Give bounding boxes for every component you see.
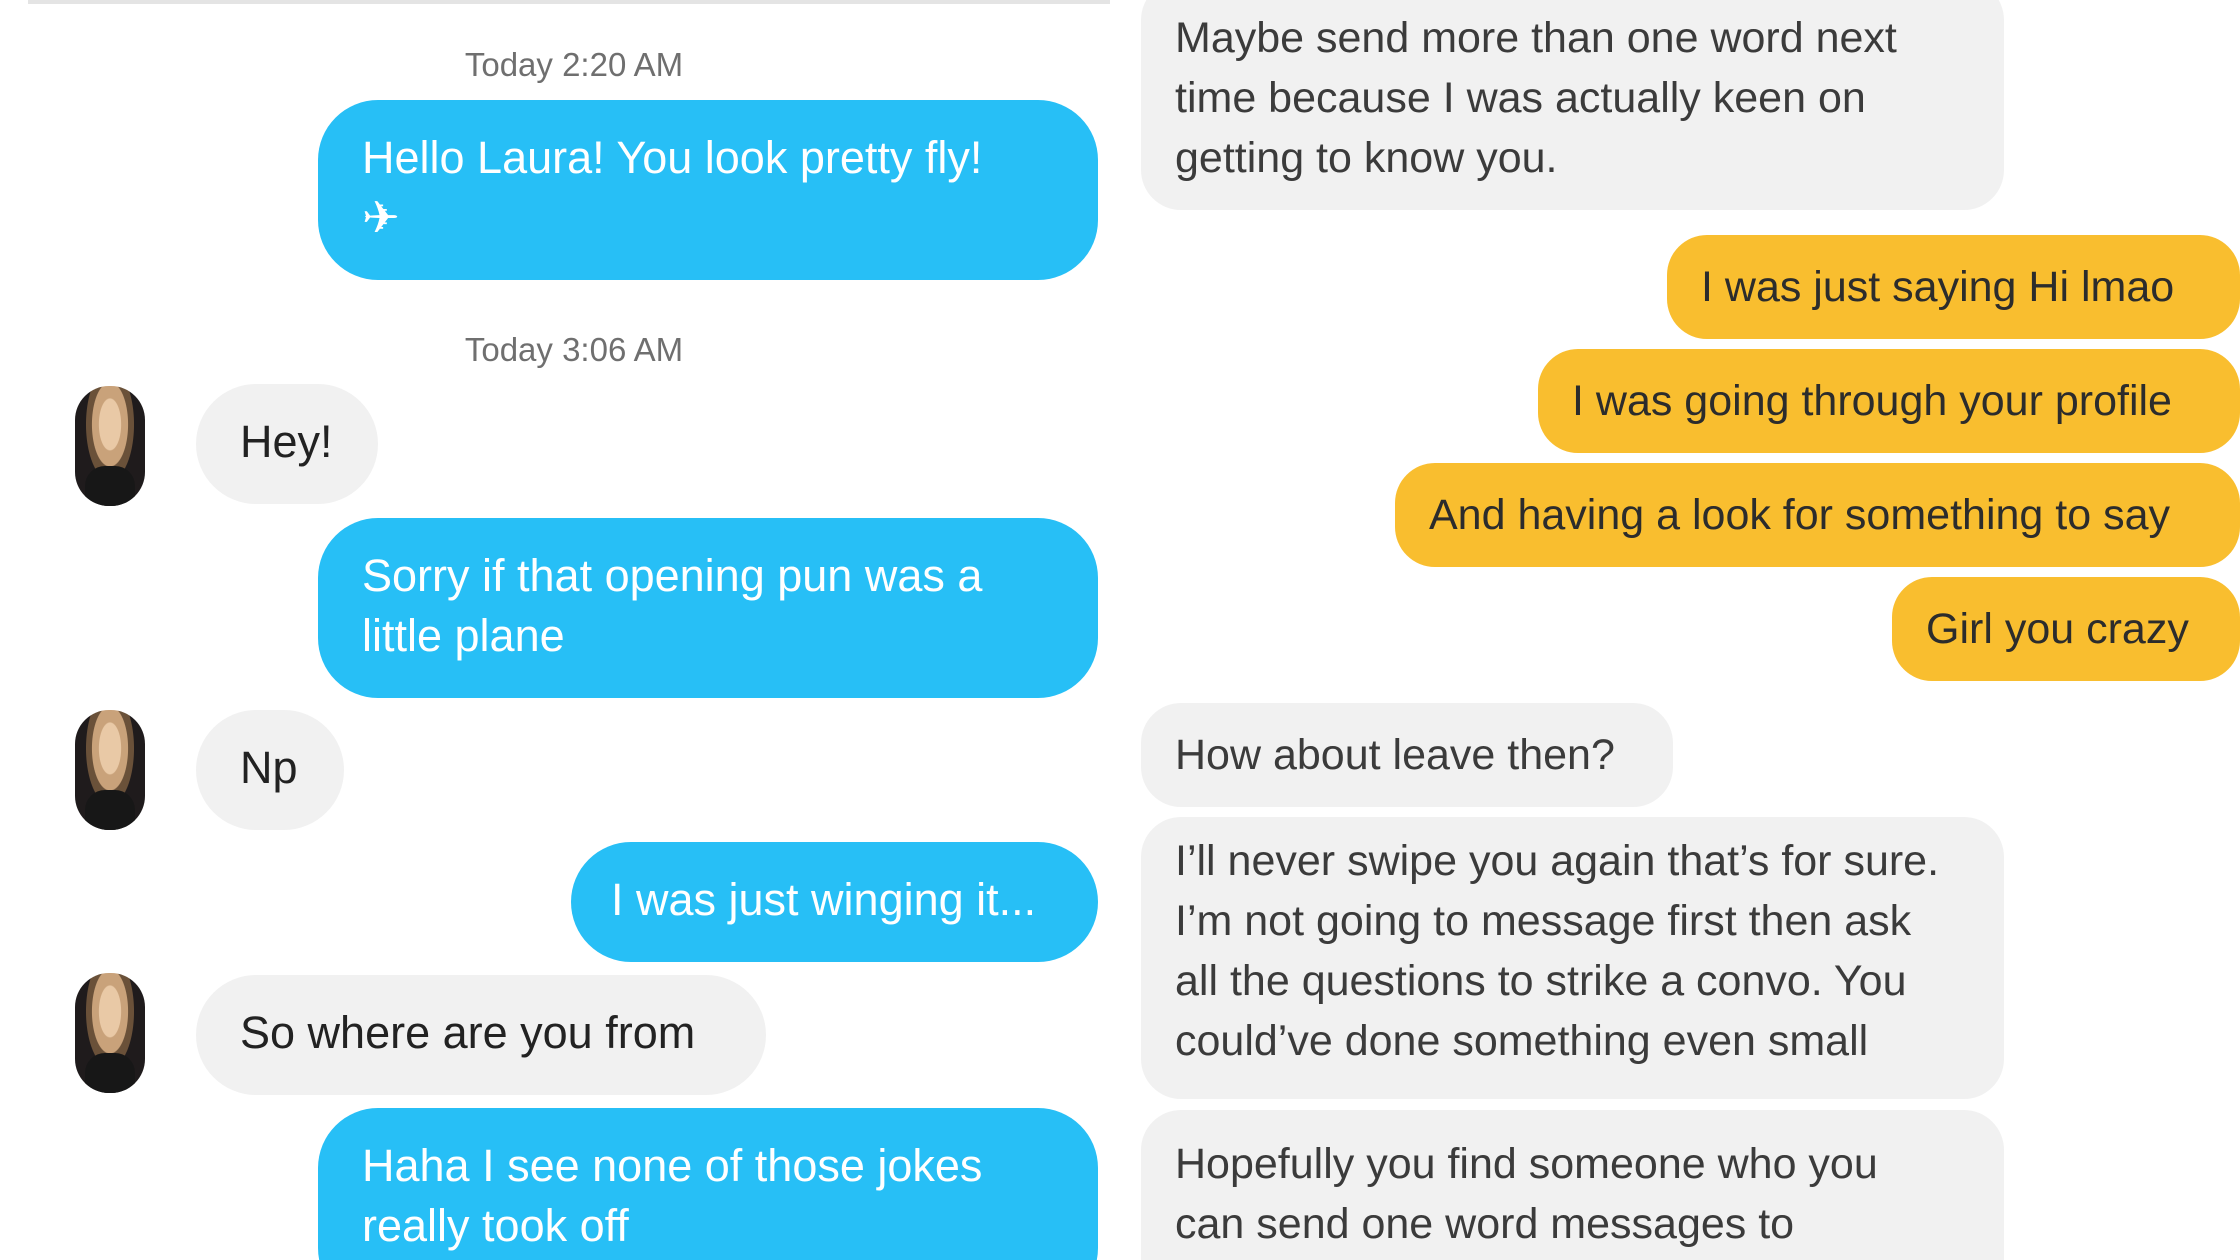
message-text: Hello Laura! You look pretty fly! xyxy=(362,132,983,183)
received-message-bubble[interactable]: Hey! xyxy=(196,384,378,504)
contact-avatar[interactable] xyxy=(75,386,145,506)
message-text: can send one word messages to xyxy=(1175,1200,1795,1248)
right-conversation-panel: Maybe send more than one word next time … xyxy=(1120,0,2240,1260)
message-text: Np xyxy=(240,742,298,793)
message-text: I’m not going to message first then ask xyxy=(1175,897,1912,945)
message-text: Girl you crazy xyxy=(1926,605,2189,653)
sent-message-bubble[interactable]: I was just saying Hi lmao xyxy=(1667,235,2240,339)
message-text: Maybe send more than one word next xyxy=(1175,14,1897,62)
received-message-bubble[interactable]: Np xyxy=(196,710,344,830)
sent-message-bubble[interactable]: I was going through your profile xyxy=(1538,349,2240,453)
timestamp: Today 2:20 AM xyxy=(464,46,684,83)
sent-message-bubble[interactable]: And having a look for something to say xyxy=(1395,463,2240,567)
received-message-bubble[interactable]: How about leave then? xyxy=(1141,703,1673,807)
message-text: I was just saying Hi lmao xyxy=(1701,263,2175,311)
message-text: getting to know you. xyxy=(1175,134,1558,182)
message-text: could’ve done something even small xyxy=(1175,1017,1869,1065)
message-text: How about leave then? xyxy=(1175,731,1615,779)
message-text: really took off xyxy=(362,1200,629,1251)
top-divider xyxy=(28,0,1110,4)
message-text: little plane xyxy=(362,610,565,661)
message-text: So where are you from xyxy=(240,1007,696,1058)
message-text: all the questions to strike a convo. You xyxy=(1175,957,1907,1005)
contact-avatar[interactable] xyxy=(75,973,145,1093)
received-message-bubble[interactable]: So where are you from xyxy=(196,975,766,1095)
message-text: Hey! xyxy=(240,416,333,467)
message-text: And having a look for something to say xyxy=(1429,491,2170,539)
message-text: time because I was actually keen on xyxy=(1175,74,1866,122)
sent-message-bubble[interactable]: Hello Laura! You look pretty fly! ✈ xyxy=(318,100,1098,280)
sent-message-bubble[interactable]: Haha I see none of those jokes really to… xyxy=(318,1108,1098,1260)
left-conversation-panel: Today 2:20 AM Hello Laura! You look pret… xyxy=(0,0,1120,1260)
message-text: I was going through your profile xyxy=(1572,377,2172,425)
timestamp: Today 3:06 AM xyxy=(464,331,684,368)
sent-message-bubble[interactable]: Girl you crazy xyxy=(1892,577,2240,681)
message-text: Sorry if that opening pun was a xyxy=(362,550,983,601)
sent-message-bubble[interactable]: I was just winging it... xyxy=(571,842,1098,962)
airplane-icon: ✈ xyxy=(362,192,400,243)
message-text: Haha I see none of those jokes xyxy=(362,1140,983,1191)
message-text: I’ll never swipe you again that’s for su… xyxy=(1175,837,1940,885)
received-message-bubble[interactable]: I’ll never swipe you again that’s for su… xyxy=(1141,817,2004,1099)
sent-message-bubble[interactable]: Sorry if that opening pun was a little p… xyxy=(318,518,1098,698)
message-text: Hopefully you find someone who you xyxy=(1175,1140,1878,1188)
contact-avatar[interactable] xyxy=(75,710,145,830)
received-message-bubble[interactable]: Maybe send more than one word next time … xyxy=(1141,0,2004,210)
received-message-bubble[interactable]: Hopefully you find someone who you can s… xyxy=(1141,1110,2004,1260)
message-text: I was just winging it... xyxy=(611,874,1037,925)
